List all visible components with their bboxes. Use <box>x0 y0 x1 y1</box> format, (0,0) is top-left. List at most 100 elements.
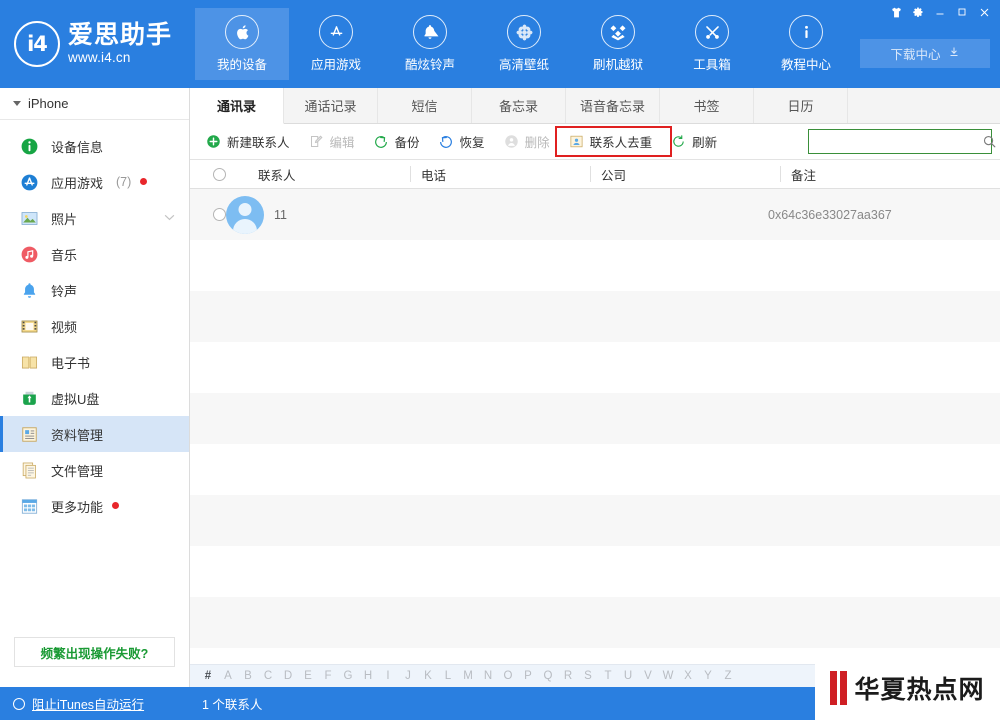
alpha-index-i[interactable]: I <box>378 670 398 682</box>
minimize-icon[interactable] <box>930 2 950 22</box>
alpha-index-c[interactable]: C <box>258 670 278 682</box>
row-checkbox[interactable] <box>212 208 226 221</box>
table-row-empty <box>190 240 1000 291</box>
alpha-index-hash[interactable]: # <box>198 670 218 682</box>
column-header-phone[interactable]: 电话 <box>410 166 590 183</box>
alpha-index-e[interactable]: E <box>298 670 318 682</box>
toolbar-label: 新建联系人 <box>227 136 290 150</box>
avatar-head <box>238 202 252 216</box>
tab-bookmarks[interactable]: 书签 <box>660 88 755 123</box>
alpha-index-k[interactable]: K <box>418 670 438 682</box>
maximize-icon[interactable] <box>952 2 972 22</box>
alpha-index-t[interactable]: T <box>598 670 618 682</box>
alpha-index-m[interactable]: M <box>458 670 478 682</box>
sidebar-item-videos[interactable]: 视频 <box>0 308 189 344</box>
alpha-index-u[interactable]: U <box>618 670 638 682</box>
operation-failure-help-button[interactable]: 频繁出现操作失败? <box>14 637 175 667</box>
search-box[interactable] <box>808 129 996 154</box>
bell-icon <box>413 15 447 49</box>
contacts-toolbar: 新建联系人 编辑 备份 恢复 删除 联系人去重 刷新 <box>190 124 1000 160</box>
column-header-note[interactable]: 备注 <box>780 166 1000 183</box>
itunes-block-toggle[interactable]: 阻止iTunes自动运行 <box>0 694 190 713</box>
feedback-button[interactable]: 意见反馈 <box>921 691 990 716</box>
sidebar-item-label: 视频 <box>51 319 78 335</box>
alpha-index-d[interactable]: D <box>278 670 298 682</box>
alpha-index-l[interactable]: L <box>438 670 458 682</box>
new-contact-button[interactable]: 新建联系人 <box>198 128 297 155</box>
alpha-index-q[interactable]: Q <box>538 670 558 682</box>
nav-label: 工具箱 <box>693 58 731 72</box>
sidebar-item-photos[interactable]: 照片 <box>0 200 189 236</box>
tab-notes[interactable]: 备忘录 <box>472 88 566 123</box>
alpha-index-s[interactable]: S <box>578 670 598 682</box>
device-name: iPhone <box>28 96 69 111</box>
tab-call-history[interactable]: 通话记录 <box>284 88 378 123</box>
tab-calendar[interactable]: 日历 <box>754 88 849 123</box>
restore-button[interactable]: 恢复 <box>431 128 492 155</box>
sidebar-item-data-management[interactable]: 资料管理 <box>0 416 189 452</box>
search-input[interactable] <box>809 130 982 153</box>
device-selector[interactable]: iPhone <box>0 88 189 120</box>
nav-item-wallpapers[interactable]: 高清壁纸 <box>477 8 571 80</box>
sidebar-item-label: 音乐 <box>51 247 78 263</box>
alpha-index-h[interactable]: H <box>358 670 378 682</box>
sidebar-item-more-features[interactable]: 更多功能 <box>0 488 189 524</box>
version-label: V7.91 <box>877 696 910 711</box>
sidebar-item-ringtones[interactable]: 铃声 <box>0 272 189 308</box>
nav-item-flash-jailbreak[interactable]: 刷机越狱 <box>571 8 665 80</box>
table-row-empty <box>190 393 1000 444</box>
itunes-block-label[interactable]: 阻止iTunes自动运行 <box>32 694 144 713</box>
search-icon[interactable] <box>982 134 997 149</box>
alpha-index-n[interactable]: N <box>478 670 498 682</box>
alpha-index-a[interactable]: A <box>218 670 238 682</box>
alpha-index-j[interactable]: J <box>398 670 418 682</box>
alpha-index-y[interactable]: Y <box>698 670 718 682</box>
download-center-button[interactable]: 下载中心 <box>860 39 990 68</box>
close-icon[interactable] <box>974 2 994 22</box>
nav-label: 刷机越狱 <box>592 58 643 72</box>
alpha-index-w[interactable]: W <box>658 670 678 682</box>
column-header-company[interactable]: 公司 <box>590 166 780 183</box>
alpha-index-p[interactable]: P <box>518 670 538 682</box>
sidebar-item-label: 设备信息 <box>51 139 104 155</box>
table-row[interactable]: 11 0x64c36e33027aa367 <box>190 189 1000 240</box>
sidebar-item-device-info[interactable]: 设备信息 <box>0 128 189 164</box>
sidebar-item-virtual-usb[interactable]: 虚拟U盘 <box>0 380 189 416</box>
sidebar-item-music[interactable]: 音乐 <box>0 236 189 272</box>
nav-item-toolbox[interactable]: 工具箱 <box>665 8 759 80</box>
nav-label: 应用游戏 <box>310 58 361 72</box>
tab-voice-memos[interactable]: 语音备忘录 <box>566 88 661 123</box>
i4-assistant-window: i4 爱思助手 www.i4.cn 我的设备 应用游戏 酷炫铃声 高清壁纸 刷机… <box>0 0 1000 720</box>
alpha-index-x[interactable]: X <box>678 670 698 682</box>
nav-item-tutorials[interactable]: 教程中心 <box>759 8 853 80</box>
sidebar-item-file-management[interactable]: 文件管理 <box>0 452 189 488</box>
alpha-index-v[interactable]: V <box>638 670 658 682</box>
nav-item-ringtones[interactable]: 酷炫铃声 <box>383 8 477 80</box>
sidebar-item-count: (7) <box>116 175 132 189</box>
toolbar-label: 编辑 <box>329 136 355 150</box>
column-header-name[interactable]: 联系人 <box>248 166 410 183</box>
chevron-down-icon[interactable] <box>164 213 175 224</box>
backup-button[interactable]: 备份 <box>366 128 427 155</box>
nav-item-apps-games[interactable]: 应用游戏 <box>289 8 383 80</box>
gear-icon[interactable] <box>908 2 928 22</box>
alpha-index-b[interactable]: B <box>238 670 258 682</box>
dedupe-contacts-button[interactable]: 联系人去重 <box>561 128 660 155</box>
alpha-index-r[interactable]: R <box>558 670 578 682</box>
tab-sms[interactable]: 短信 <box>378 88 472 123</box>
skin-icon[interactable] <box>886 2 906 22</box>
alpha-index-f[interactable]: F <box>318 670 338 682</box>
appstore-icon <box>319 15 353 49</box>
delete-button: 删除 <box>496 128 557 155</box>
sidebar-item-ebooks[interactable]: 电子书 <box>0 344 189 380</box>
nav-item-my-device[interactable]: 我的设备 <box>195 8 289 80</box>
alpha-index-z[interactable]: Z <box>718 670 738 682</box>
sidebar-item-apps-games[interactable]: 应用游戏 (7) <box>0 164 189 200</box>
tab-contacts[interactable]: 通讯录 <box>190 88 284 124</box>
refresh-button[interactable]: 刷新 <box>663 128 724 155</box>
radio-icon[interactable] <box>13 697 25 710</box>
alpha-index-g[interactable]: G <box>338 670 358 682</box>
nav-label: 高清壁纸 <box>498 58 549 72</box>
select-all-checkbox[interactable] <box>212 167 226 181</box>
alpha-index-o[interactable]: O <box>498 670 518 682</box>
